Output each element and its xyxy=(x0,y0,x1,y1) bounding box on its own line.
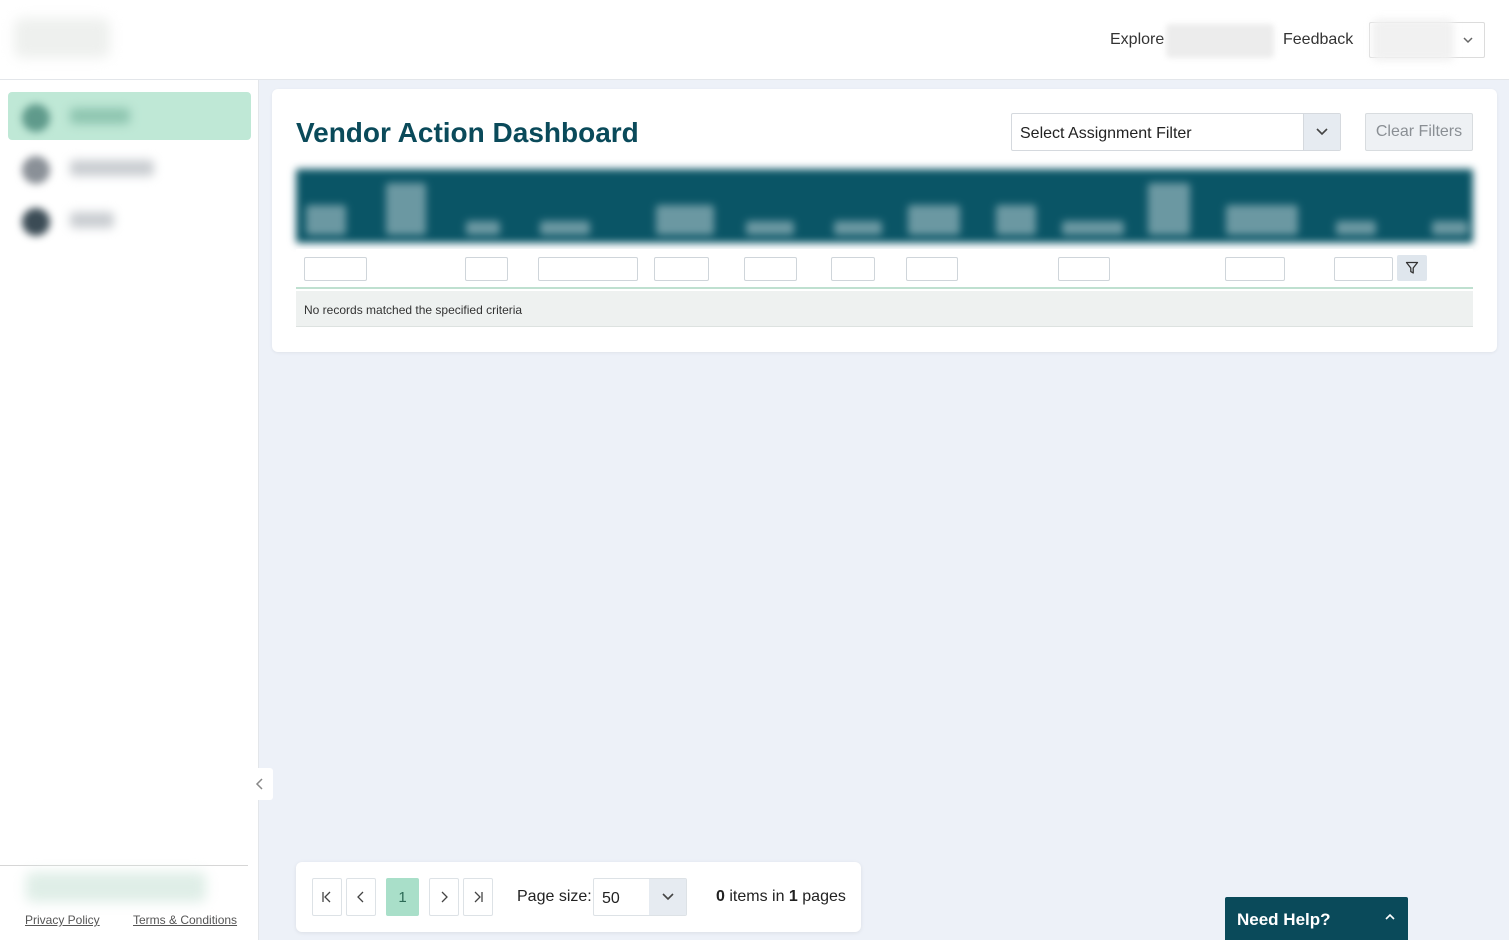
column-header[interactable] xyxy=(908,205,960,235)
sidebar-item-label xyxy=(70,108,130,124)
sidebar-footer-divider xyxy=(0,865,248,866)
first-page-button[interactable] xyxy=(312,878,342,916)
avatar xyxy=(1372,19,1454,61)
page-count: 1 xyxy=(788,888,798,905)
page-size-select[interactable]: 50 xyxy=(593,878,687,916)
user-menu-dropdown[interactable] xyxy=(1369,19,1485,61)
assignment-filter-value: Select Assignment Filter xyxy=(1020,125,1192,142)
chevron-down-icon xyxy=(661,893,674,901)
last-page-button[interactable] xyxy=(463,878,493,916)
items-in-text: items in xyxy=(724,888,789,905)
column-filter-input[interactable] xyxy=(1058,257,1110,281)
sidebar: Privacy Policy Terms & Conditions xyxy=(0,80,259,940)
need-help-widget[interactable]: Need Help? xyxy=(1225,897,1408,940)
chevron-left-icon xyxy=(357,891,364,903)
clear-filters-button[interactable]: Clear Filters xyxy=(1365,113,1473,151)
column-header[interactable] xyxy=(306,205,346,235)
column-header[interactable] xyxy=(466,221,500,235)
filter-icon xyxy=(1405,261,1419,274)
chevron-right-icon xyxy=(441,891,448,903)
nav-explore-link[interactable]: Explore xyxy=(1110,31,1164,49)
column-header[interactable] xyxy=(656,205,714,235)
sidebar-item-2[interactable] xyxy=(8,144,251,192)
column-filter-input[interactable] xyxy=(831,257,875,281)
first-page-icon xyxy=(322,891,331,903)
column-header[interactable] xyxy=(996,205,1036,235)
page-size-label: Page size: xyxy=(517,888,592,905)
column-filter-input[interactable] xyxy=(1225,257,1285,281)
nav-redacted-item[interactable] xyxy=(1166,24,1274,58)
nav-item-icon xyxy=(22,156,50,184)
column-header[interactable] xyxy=(1226,205,1298,235)
column-header[interactable] xyxy=(746,221,794,235)
last-page-icon xyxy=(474,891,483,903)
chevron-down-icon xyxy=(1316,128,1328,136)
sidebar-item-label xyxy=(70,160,154,176)
assignment-filter-toggle[interactable] xyxy=(1303,114,1340,150)
terms-conditions-link[interactable]: Terms & Conditions xyxy=(133,913,237,927)
column-header[interactable] xyxy=(1336,221,1376,235)
sidebar-footer-badge xyxy=(26,872,206,902)
pages-text: pages xyxy=(797,888,846,905)
chevron-left-icon xyxy=(255,778,263,790)
assignment-filter-select[interactable]: Select Assignment Filter xyxy=(1011,113,1341,151)
column-filter-input[interactable] xyxy=(906,257,958,281)
sidebar-item-label xyxy=(70,212,114,228)
column-filter-input[interactable] xyxy=(538,257,638,281)
next-page-button[interactable] xyxy=(429,878,459,916)
column-header[interactable] xyxy=(540,221,590,235)
help-circle-icon xyxy=(22,208,50,236)
column-header[interactable] xyxy=(834,221,882,235)
no-records-text: No records matched the specified criteri… xyxy=(304,303,523,317)
filter-button[interactable] xyxy=(1397,255,1427,281)
column-header[interactable] xyxy=(1062,221,1124,235)
chevron-down-icon xyxy=(1463,37,1473,44)
column-header[interactable] xyxy=(386,183,426,235)
sidebar-collapse-button[interactable] xyxy=(247,768,273,800)
page-number-button[interactable]: 1 xyxy=(386,878,419,916)
column-filter-input[interactable] xyxy=(304,257,367,281)
column-filter-input[interactable] xyxy=(1334,257,1393,281)
chevron-up-icon xyxy=(1385,913,1395,920)
column-filter-input[interactable] xyxy=(744,257,797,281)
column-filter-input[interactable] xyxy=(465,257,508,281)
app-logo[interactable] xyxy=(14,18,110,58)
pager: 1 Page size: 50 0 items in 1 pages xyxy=(296,862,861,932)
nav-feedback-link[interactable]: Feedback xyxy=(1283,31,1353,49)
column-header[interactable] xyxy=(1148,183,1190,235)
previous-page-button[interactable] xyxy=(346,878,376,916)
column-header[interactable] xyxy=(1432,221,1468,235)
dashboard-card: Vendor Action Dashboard Select Assignmen… xyxy=(272,89,1497,352)
privacy-policy-link[interactable]: Privacy Policy xyxy=(25,913,100,927)
nav-item-icon xyxy=(22,104,50,132)
sidebar-item-3[interactable] xyxy=(8,196,251,244)
grid-column-headers xyxy=(296,169,1473,243)
page-title: Vendor Action Dashboard xyxy=(296,117,639,148)
page-size-value: 50 xyxy=(602,890,620,907)
sidebar-item-active[interactable] xyxy=(8,92,251,140)
pager-info: 0 items in 1 pages xyxy=(716,888,846,906)
no-records-row: No records matched the specified criteri… xyxy=(296,291,1473,327)
page-size-toggle[interactable] xyxy=(649,879,686,915)
top-header: Explore Feedback xyxy=(0,0,1509,80)
need-help-label: Need Help? xyxy=(1237,910,1331,929)
grid-filter-row xyxy=(296,249,1473,289)
item-count: 0 xyxy=(716,888,725,905)
column-filter-input[interactable] xyxy=(654,257,709,281)
